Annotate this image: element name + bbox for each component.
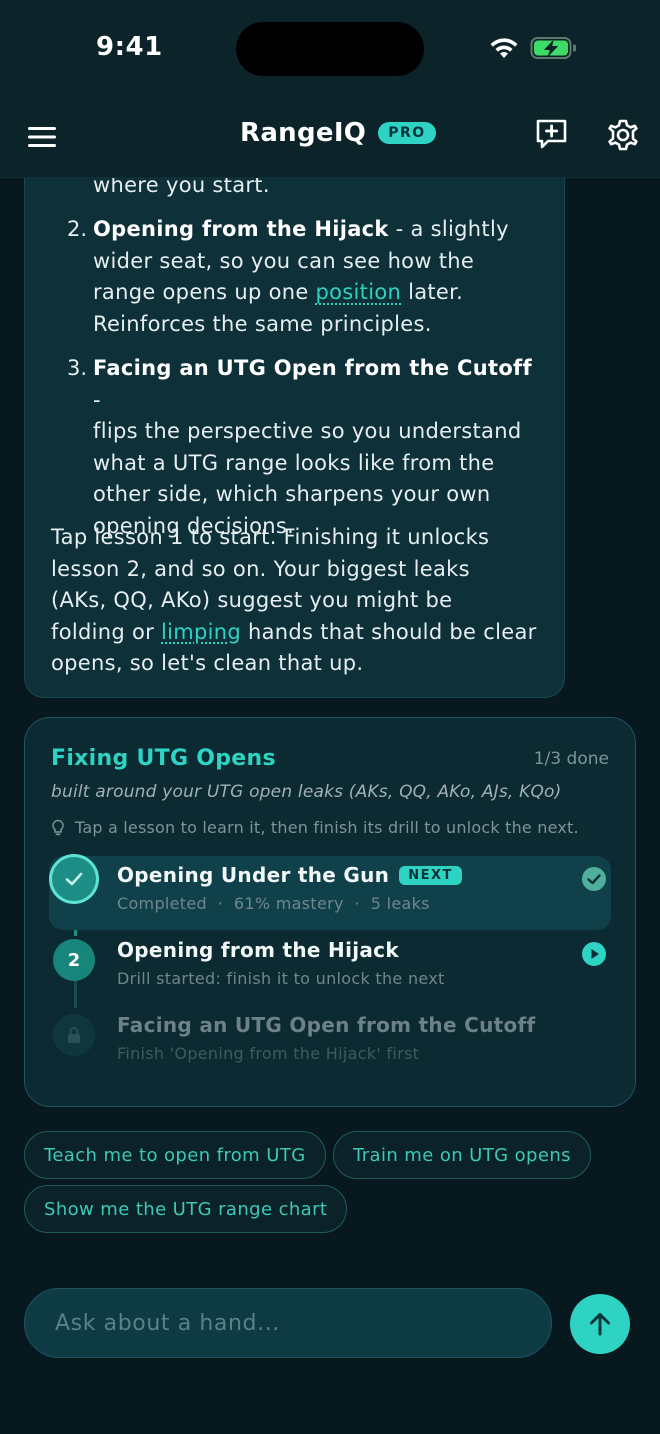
lesson-meta: Completed · 61% mastery · 5 leaks xyxy=(117,894,430,913)
course-subtitle: built around your UTG open leaks (AKs, Q… xyxy=(51,782,562,802)
next-badge: NEXT xyxy=(399,865,462,885)
assistant-message: where you start. 2. Opening from the Hij… xyxy=(24,178,565,698)
wifi-icon xyxy=(490,38,518,58)
lesson-row-2[interactable]: 2 Opening from the Hijack Drill started:… xyxy=(49,931,611,1005)
course-progress: 1/3 done xyxy=(533,749,609,769)
check-icon xyxy=(65,872,83,886)
send-button[interactable] xyxy=(570,1294,630,1354)
dynamic-island xyxy=(236,22,424,76)
new-chat-icon[interactable] xyxy=(534,116,570,152)
lock-icon xyxy=(68,1027,80,1043)
course-title: Fixing UTG Opens xyxy=(51,746,276,771)
lesson-number-badge: 2 xyxy=(53,939,95,981)
lesson-complete-marker xyxy=(52,857,96,901)
lesson-row-1[interactable]: Opening Under the Gun NEXT Completed · 6… xyxy=(49,856,611,930)
list-item-continuation: where you start. xyxy=(93,178,270,197)
message-input[interactable]: Ask about a hand... xyxy=(24,1288,552,1358)
suggestion-chip[interactable]: Train me on UTG opens xyxy=(333,1131,591,1179)
pro-badge: PRO xyxy=(378,122,436,144)
lesson-title: Opening Under the Gun NEXT xyxy=(117,863,462,887)
course-card: Fixing UTG Opens 1/3 done built around y… xyxy=(24,717,636,1107)
app-header: RangeIQ PRO xyxy=(0,96,660,178)
menu-icon[interactable] xyxy=(26,120,60,154)
lesson-title: Opening from the Hijack xyxy=(117,938,399,962)
status-time: 9:41 xyxy=(96,32,163,62)
list-number: 2. xyxy=(67,217,88,241)
battery-charging-icon xyxy=(530,37,576,59)
glossary-term-position[interactable]: position xyxy=(316,280,402,304)
play-circle-icon[interactable] xyxy=(581,941,607,967)
lightbulb-icon xyxy=(52,819,64,835)
lesson-meta: Finish 'Opening from the Hijack' first xyxy=(117,1044,420,1063)
lesson-title: Facing an UTG Open from the Cutoff xyxy=(117,1013,536,1037)
lesson-locked-marker xyxy=(53,1014,95,1056)
message-paragraph: Tap lesson 1 to start. Finishing it unlo… xyxy=(51,525,537,676)
lesson-meta: Drill started: finish it to unlock the n… xyxy=(117,969,445,988)
list-number: 3. xyxy=(67,356,88,380)
list-item: Facing an UTG Open from the Cutoff - fli… xyxy=(93,356,532,538)
chat-scroll-area[interactable]: where you start. 2. Opening from the Hij… xyxy=(0,178,660,1268)
check-circle-icon xyxy=(582,867,606,891)
course-hint: Tap a lesson to learn it, then finish it… xyxy=(51,818,579,837)
app-title: RangeIQ xyxy=(240,118,367,148)
gear-icon[interactable] xyxy=(606,118,640,152)
message-input-placeholder: Ask about a hand... xyxy=(55,1310,280,1336)
list-item: Opening from the Hijack - a slightly wid… xyxy=(93,217,509,336)
brand: RangeIQ PRO xyxy=(240,118,436,148)
glossary-term-limping[interactable]: limping xyxy=(161,620,241,644)
status-bar: 9:41 xyxy=(0,0,660,96)
suggestion-chip[interactable]: Show me the UTG range chart xyxy=(24,1185,348,1233)
suggestion-chip[interactable]: Teach me to open from UTG xyxy=(24,1131,326,1179)
arrow-up-icon xyxy=(590,1313,610,1336)
lesson-row-3: Facing an UTG Open from the Cutoff Finis… xyxy=(49,1006,611,1080)
